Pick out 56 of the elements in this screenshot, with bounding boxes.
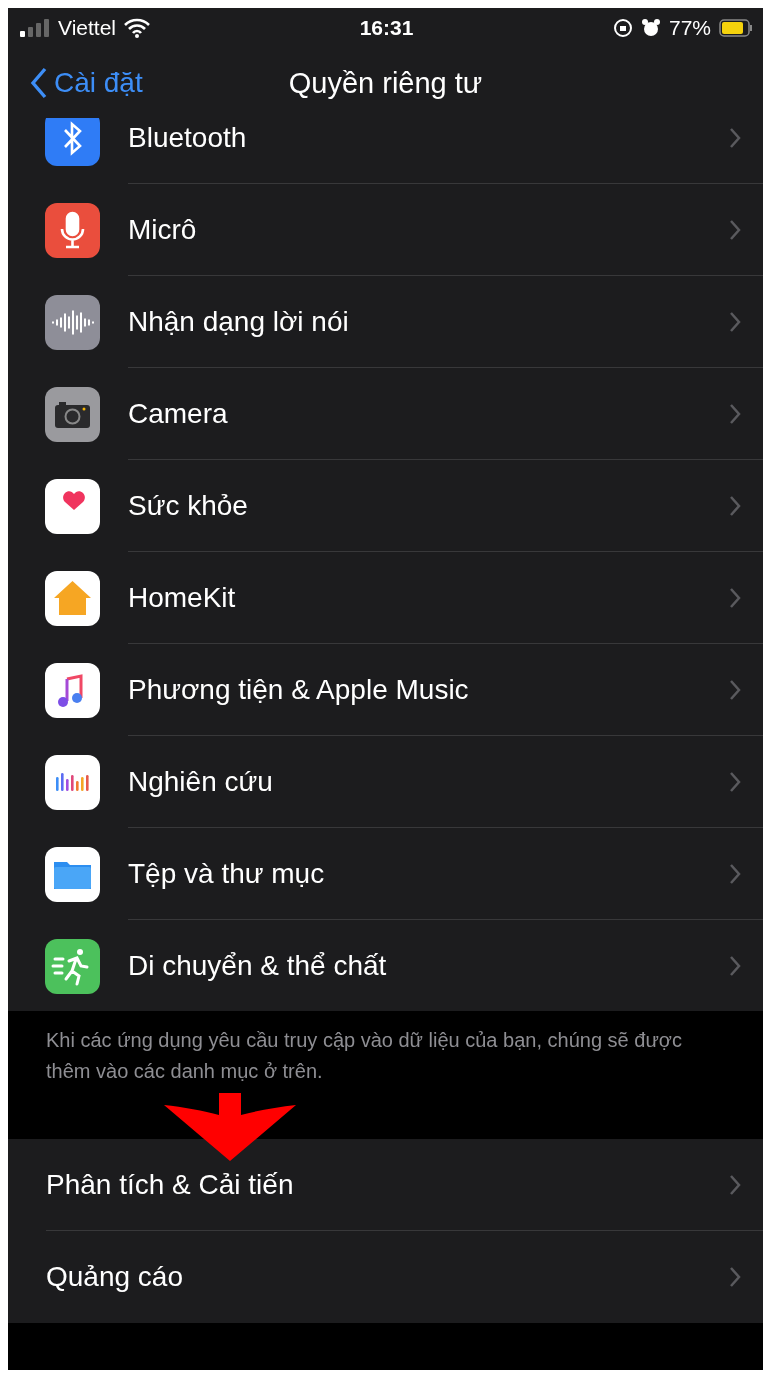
back-button[interactable]: Cài đặt xyxy=(30,67,143,99)
bluetooth-icon xyxy=(45,118,100,166)
running-person-icon xyxy=(45,938,100,994)
item-label: Micrô xyxy=(128,213,197,246)
footer-note: Khi các ứng dụng yêu cầu truy cập vào dữ liệu của bạn, chúng sẽ được thêm vào các danh mục ở trên. xyxy=(45,1028,683,1084)
dotted-bars-icon xyxy=(45,754,100,810)
folder-icon xyxy=(45,846,100,902)
chevron-icon xyxy=(729,494,741,517)
list-item[interactable]: HomeKit xyxy=(8,552,763,644)
wifi-icon xyxy=(124,18,150,38)
chevron-icon xyxy=(729,1173,741,1196)
item-label: Quảng cáo xyxy=(46,1261,183,1293)
list-item[interactable]: Phương tiện & Apple Music xyxy=(8,644,763,736)
item-label: Tệp và thư mục xyxy=(128,857,325,890)
list-item[interactable]: Sức khỏe xyxy=(8,460,763,552)
chevron-icon xyxy=(729,862,741,885)
rotation-lock-icon xyxy=(612,18,633,38)
list-item[interactable]: Nghiên cứu xyxy=(8,736,763,828)
list-item[interactable]: Di chuyển & thể chất xyxy=(8,920,763,1011)
item-label: Nghiên cứu xyxy=(128,765,273,798)
battery-percentage: 77% xyxy=(668,16,711,40)
battery-icon xyxy=(719,19,753,37)
chevron-icon xyxy=(729,586,741,609)
page-title: Quyền riêng tư xyxy=(288,66,483,100)
item-label: Phân tích & Cải tiến xyxy=(46,1168,294,1201)
item-label: Di chuyển & thể chất xyxy=(128,950,387,982)
back-chevron-icon xyxy=(30,67,48,99)
item-label: Camera xyxy=(128,397,228,430)
list-item[interactable]: Camera xyxy=(8,368,763,460)
list-item[interactable]: Nhận dạng lời nói xyxy=(8,276,763,368)
list-item[interactable]: Bluetooth xyxy=(8,118,763,184)
chevron-icon xyxy=(729,1266,741,1288)
microphone-icon xyxy=(45,202,100,258)
item-label: Sức khỏe xyxy=(128,489,248,522)
item-label: Nhận dạng lời nói xyxy=(128,305,349,338)
list-item[interactable]: Tệp và thư mục xyxy=(8,828,763,920)
waveform-icon xyxy=(45,294,100,350)
signal-icon xyxy=(20,19,50,37)
item-label: HomeKit xyxy=(128,581,236,614)
chevron-icon xyxy=(729,402,741,425)
item-label: Bluetooth xyxy=(128,121,247,154)
chevron-icon xyxy=(729,955,741,977)
chevron-icon xyxy=(729,126,741,149)
chevron-icon xyxy=(729,770,741,793)
chevron-icon xyxy=(729,310,741,333)
chevron-icon xyxy=(729,218,741,241)
list-item[interactable]: Phân tích & Cải tiến xyxy=(8,1139,763,1231)
camera-icon xyxy=(45,386,100,442)
list-item[interactable]: Micrô xyxy=(8,184,763,276)
list-item[interactable]: Quảng cáo xyxy=(8,1231,763,1323)
carrier-name: Viettel xyxy=(58,16,116,40)
house-icon xyxy=(45,570,100,626)
item-label: Phương tiện & Apple Music xyxy=(128,673,469,706)
music-note-icon xyxy=(45,662,100,718)
clock-time: 16:31 xyxy=(359,16,414,40)
chevron-icon xyxy=(729,678,741,701)
